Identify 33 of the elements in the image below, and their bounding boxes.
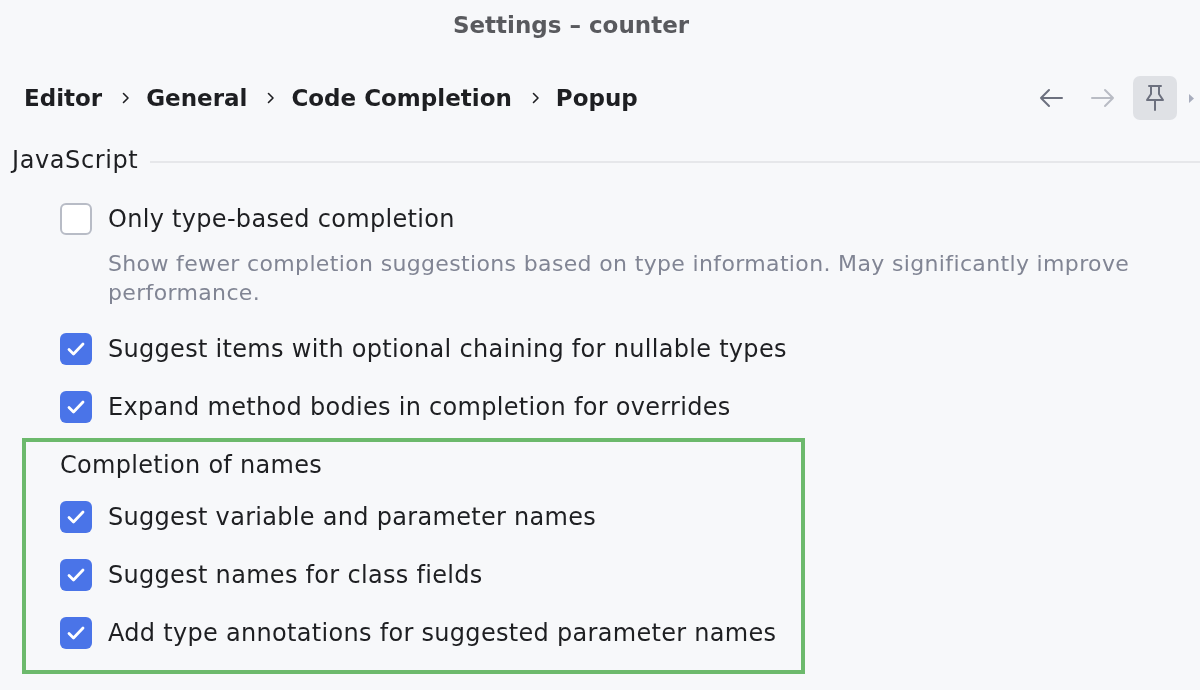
left-arrow-icon [1039, 88, 1063, 108]
option-label: Add type annotations for suggested parameter names [108, 618, 777, 649]
option-label: Suggest variable and parameter names [108, 502, 597, 533]
checkmark-icon [67, 342, 85, 356]
group-title: Completion of names [60, 450, 324, 480]
chevron-right-icon [531, 92, 540, 104]
checkmark-icon [67, 626, 85, 640]
checkbox[interactable] [60, 501, 92, 533]
option-label: Expand method bodies in completion for overrides [108, 392, 731, 423]
breadcrumb-item[interactable]: Popup [555, 83, 638, 113]
chevron-right-icon [122, 92, 131, 104]
checkmark-icon [67, 510, 85, 524]
option-label: Suggest names for class fields [108, 560, 483, 591]
pin-icon [1145, 85, 1165, 111]
option-description: Show fewer completion suggestions based on type information. May significantly improve performance. [108, 250, 1131, 307]
checkbox[interactable] [60, 391, 92, 423]
pin-button[interactable] [1133, 76, 1177, 120]
section-title: JavaScript [12, 145, 139, 175]
breadcrumb-item[interactable]: Code Completion [291, 83, 512, 113]
breadcrumb-item[interactable]: Editor [24, 83, 103, 113]
right-arrow-icon [1091, 88, 1115, 108]
checkbox[interactable] [60, 203, 92, 235]
option-label: Suggest items with optional chaining for nullable types [108, 334, 787, 365]
chevron-right-icon [267, 92, 276, 104]
checkbox[interactable] [60, 617, 92, 649]
checkmark-icon [67, 568, 85, 582]
checkbox[interactable] [60, 333, 92, 365]
checkbox[interactable] [60, 559, 92, 591]
breadcrumb-item[interactable]: General [146, 83, 248, 113]
checkmark-icon [67, 400, 85, 414]
triangle-right-icon [1189, 93, 1194, 103]
window-title: Settings – counter [452, 12, 690, 38]
option-label: Only type-based completion [108, 204, 456, 235]
